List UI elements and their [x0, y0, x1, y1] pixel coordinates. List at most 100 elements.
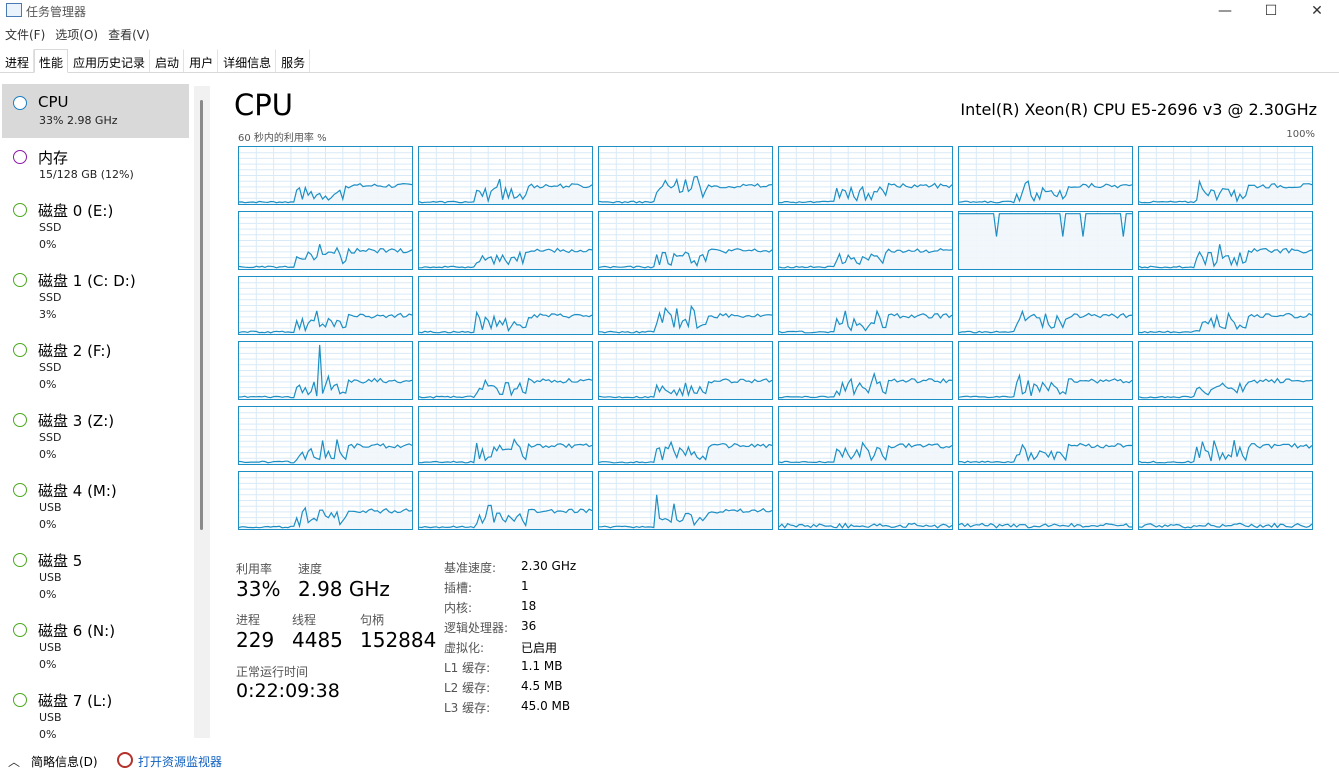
info-value: 45.0 MB: [521, 699, 571, 713]
sidebar-item-name: 磁盘 5: [38, 552, 83, 570]
minimize-button[interactable]: —: [1202, 0, 1248, 22]
processor-graph-svg: [419, 212, 592, 269]
processor-graph-svg: [959, 212, 1132, 269]
logical-processor-graph: [778, 406, 953, 465]
tab-services[interactable]: 服务: [276, 49, 311, 73]
processor-graph-svg: [599, 472, 772, 529]
logical-processor-graph: [238, 471, 413, 530]
sidebar-item-detail: 33% 2.98 GHz: [39, 114, 118, 127]
sidebar-item-disk-4[interactable]: 磁盘 4 (M:) USB 0%: [2, 471, 189, 541]
logical-processor-graph: [778, 276, 953, 335]
processor-graph-svg: [599, 212, 772, 269]
processor-graph-svg: [599, 147, 772, 204]
open-resource-monitor-link[interactable]: 打开资源监视器: [138, 753, 222, 770]
sidebar-item-type: SSD: [39, 221, 62, 234]
processor-graph-svg: [239, 407, 412, 464]
logical-processor-graph: [1138, 341, 1313, 400]
info-value: 1: [521, 579, 529, 593]
logical-processor-graph: [958, 146, 1133, 205]
sidebar-item-disk-7[interactable]: 磁盘 7 (L:) USB 0%: [2, 681, 189, 740]
sidebar-item-type: USB: [39, 641, 62, 654]
logical-processor-graph: [1138, 406, 1313, 465]
sidebar-item-usage: 0%: [39, 658, 57, 671]
sidebar-item-name: 磁盘 4 (M:): [38, 482, 117, 500]
sidebar-item-type: SSD: [39, 361, 62, 374]
sidebar-item-disk-5[interactable]: 磁盘 5 USB 0%: [2, 541, 189, 611]
processor-graph-svg: [959, 472, 1132, 529]
sidebar-item-usage: 0%: [39, 238, 57, 251]
disk-status-icon: [13, 693, 27, 707]
sidebar-item-memory[interactable]: 内存 15/128 GB (12%): [2, 138, 189, 192]
tab-processes[interactable]: 进程: [0, 49, 35, 73]
processor-graph-svg: [959, 147, 1132, 204]
logical-processor-graph: [598, 471, 773, 530]
tab-performance[interactable]: 性能: [34, 49, 69, 73]
handles-label: 句柄: [360, 613, 385, 627]
info-value: 1.1 MB: [521, 659, 563, 673]
maximize-button[interactable]: ☐: [1248, 0, 1294, 22]
logical-processor-graph: [778, 341, 953, 400]
menu-view[interactable]: 查看(V): [103, 26, 155, 44]
info-value: 4.5 MB: [521, 679, 563, 693]
logical-processor-graph: [778, 146, 953, 205]
sidebar-item-disk-1[interactable]: 磁盘 1 (C: D:) SSD 3%: [2, 261, 189, 331]
tab-details[interactable]: 详细信息: [218, 49, 277, 73]
utilization-value: 33%: [236, 577, 281, 601]
task-manager-icon: [6, 3, 22, 17]
sidebar-item-name: 内存: [38, 149, 69, 167]
sidebar-item-name: CPU: [38, 93, 69, 111]
disk-status-icon: [13, 203, 27, 217]
logical-processor-graph: [238, 146, 413, 205]
close-button[interactable]: ✕: [1294, 0, 1339, 22]
sidebar-item-name: 磁盘 2 (F:): [38, 342, 112, 360]
utilization-label: 利用率: [236, 562, 273, 576]
sidebar-item-disk-3[interactable]: 磁盘 3 (Z:) SSD 0%: [2, 401, 189, 471]
logical-processor-graph: [778, 471, 953, 530]
info-label: 虚拟化:: [444, 641, 485, 655]
processes-value: 229: [236, 628, 275, 652]
sidebar-item-usage: 0%: [39, 518, 57, 531]
processor-graph-svg: [1139, 472, 1312, 529]
tab-app-history[interactable]: 应用历史记录: [68, 49, 151, 73]
sidebar-item-name: 磁盘 1 (C: D:): [38, 272, 136, 290]
logical-processor-graph: [1138, 146, 1313, 205]
memory-status-icon: [13, 150, 27, 164]
processor-graph-svg: [959, 342, 1132, 399]
logical-processor-graph: [418, 146, 593, 205]
uptime-value: 0:22:09:38: [236, 680, 340, 702]
logical-processor-graphs[interactable]: [238, 146, 1315, 530]
processor-graph-svg: [779, 472, 952, 529]
disk-status-icon: [13, 483, 27, 497]
info-value: 18: [521, 599, 537, 613]
sidebar-item-usage: 0%: [39, 448, 57, 461]
processor-graph-svg: [599, 407, 772, 464]
sidebar-scrollbar-thumb[interactable]: [200, 100, 203, 530]
sidebar-item-disk-6[interactable]: 磁盘 6 (N:) USB 0%: [2, 611, 189, 681]
fewer-details-button[interactable]: 简略信息(D): [31, 753, 98, 770]
sidebar-item-disk-2[interactable]: 磁盘 2 (F:) SSD 0%: [2, 331, 189, 401]
chevron-up-icon[interactable]: ︿: [8, 753, 20, 770]
tab-users[interactable]: 用户: [184, 49, 219, 73]
resource-sidebar: CPU 33% 2.98 GHz 内存 15/128 GB (12%) 磁盘 0…: [0, 80, 200, 740]
processor-graph-svg: [419, 147, 592, 204]
processor-graph-svg: [239, 472, 412, 529]
processor-graph-svg: [779, 212, 952, 269]
tab-startup[interactable]: 启动: [150, 49, 185, 73]
processor-graph-svg: [779, 277, 952, 334]
utilization-graph-max: 100%: [1286, 129, 1315, 140]
utilization-graph-label: 60 秒内的利用率 %: [238, 133, 327, 144]
sidebar-item-cpu[interactable]: CPU 33% 2.98 GHz: [2, 84, 189, 138]
threads-label: 线程: [292, 613, 317, 627]
disk-status-icon: [13, 553, 27, 567]
resource-monitor-icon: [117, 752, 133, 768]
menu-options[interactable]: 选项(O): [50, 26, 103, 44]
info-label: L3 缓存:: [444, 701, 491, 715]
maximize-icon: ☐: [1264, 3, 1278, 19]
menu-file[interactable]: 文件(F): [0, 26, 50, 44]
menu-bar: 文件(F) 选项(O) 查看(V): [0, 26, 155, 44]
logical-processor-graph: [598, 276, 773, 335]
cpu-status-icon: [13, 96, 27, 110]
sidebar-item-disk-0[interactable]: 磁盘 0 (E:) SSD 0%: [2, 191, 189, 261]
processor-graph-svg: [1139, 407, 1312, 464]
processor-graph-svg: [419, 277, 592, 334]
